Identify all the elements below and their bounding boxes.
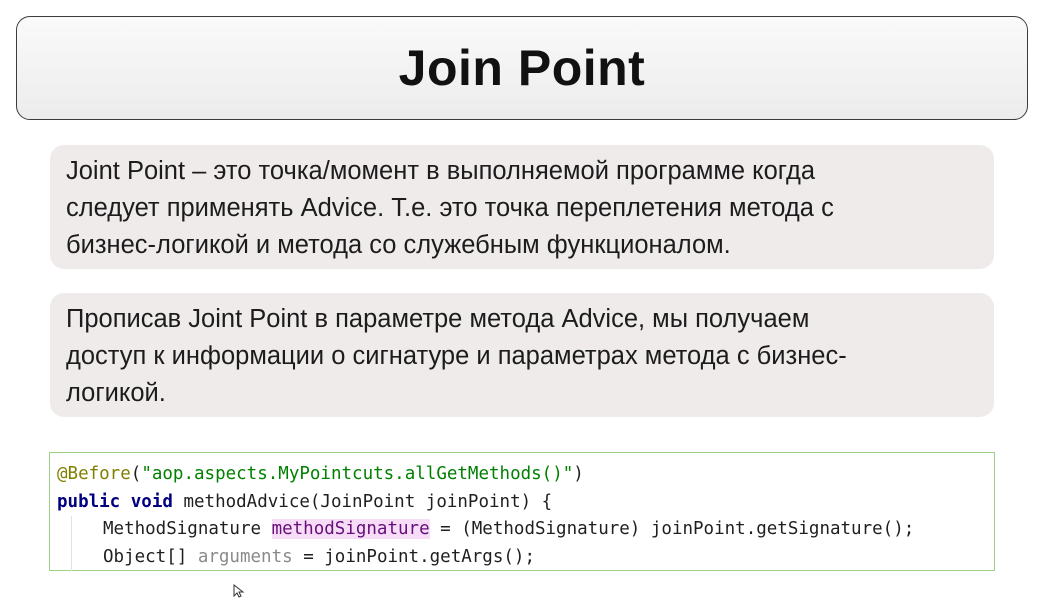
code-text: = joinPoint.getArgs();: [292, 546, 535, 567]
definition-line: бизнес-логикой и метода со служебным фун…: [66, 231, 731, 259]
usage-line: Прописав Joint Point в параметре метода …: [66, 305, 810, 333]
type-token: MethodSignature: [103, 519, 272, 539]
paren-token: ): [573, 464, 584, 484]
code-line-signature: public void methodAdvice(JoinPoint joinP…: [57, 489, 994, 517]
definition-line: следует применять Advice. Т.е. это точка…: [66, 194, 834, 222]
slide-title: Join Point: [398, 40, 646, 96]
annotation-token: @Before: [57, 464, 131, 484]
code-line-arguments: Object[] arguments = joinPoint.getArgs()…: [57, 543, 994, 571]
paren-token: (: [130, 464, 142, 484]
keyword-token: void: [130, 491, 173, 512]
code-text: methodAdvice(JoinPoint joinPoint) {: [172, 491, 553, 512]
usage-line: доступ к информации о сигнатуре и параме…: [66, 342, 847, 370]
type-token: Object[]: [103, 546, 198, 567]
indent-guide: [71, 543, 72, 571]
indent-guide: [71, 516, 72, 544]
string-token: "aop.aspects.MyPointcuts.allGetMethods()…: [141, 464, 574, 484]
definition-line: Joint Point – это точка/момент в выполня…: [66, 157, 816, 185]
highlighted-variable: methodSignature: [271, 519, 430, 539]
code-line-method-signature: MethodSignature methodSignature = (Metho…: [57, 516, 994, 544]
keyword-token: public: [57, 491, 121, 512]
code-text: = (MethodSignature) joinPoint.getSignatu…: [429, 519, 915, 539]
title-box: Join Point: [16, 16, 1028, 120]
usage-line: логикой.: [66, 379, 166, 407]
code-line-annotation: @Before("aop.aspects.MyPointcuts.allGetM…: [57, 461, 994, 489]
unused-variable: arguments: [197, 546, 293, 567]
code-snippet: @Before("aop.aspects.MyPointcuts.allGetM…: [49, 452, 995, 571]
usage-box: Прописав Joint Point в параметре метода …: [50, 293, 994, 417]
definition-box: Joint Point – это точка/момент в выполня…: [50, 145, 994, 269]
